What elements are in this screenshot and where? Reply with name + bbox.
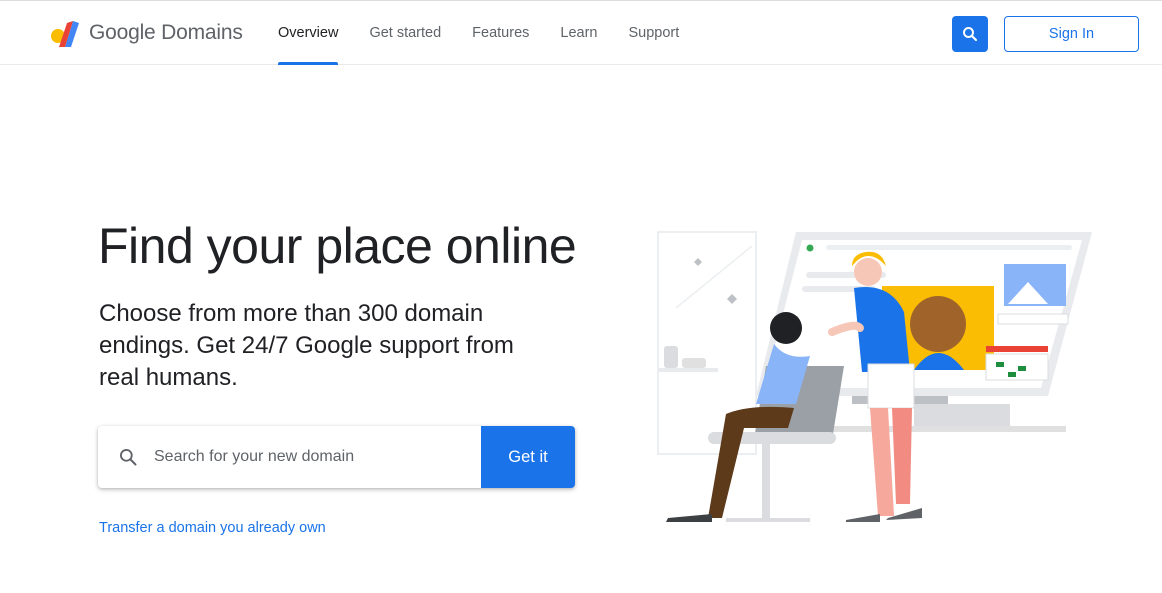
main-nav: Overview Get started Features Learn Supp… — [278, 1, 710, 65]
domain-search-field-wrap — [98, 426, 481, 488]
sign-in-button[interactable]: Sign In — [1004, 16, 1139, 52]
get-it-button[interactable]: Get it — [481, 426, 575, 488]
top-header: Google Domains Overview Get started Feat… — [0, 0, 1162, 65]
page-headline: Find your place online — [98, 218, 577, 274]
domain-search-input[interactable] — [154, 448, 454, 466]
domain-search-box: Get it — [98, 426, 575, 488]
nav-get-started[interactable]: Get started — [369, 1, 441, 65]
nav-support[interactable]: Support — [629, 1, 680, 65]
search-icon — [120, 449, 137, 466]
transfer-domain-link[interactable]: Transfer a domain you already own — [99, 520, 326, 536]
header-search-button[interactable] — [952, 16, 988, 52]
nav-learn[interactable]: Learn — [560, 1, 597, 65]
nav-features[interactable]: Features — [472, 1, 529, 65]
salon-illustration — [657, 231, 1092, 522]
nav-overview[interactable]: Overview — [278, 1, 339, 65]
google-domains-logo[interactable] — [49, 17, 81, 49]
brand-name[interactable]: Google Domains — [89, 21, 243, 45]
search-icon — [963, 27, 978, 42]
hero-subheading: Choose from more than 300 domain endings… — [99, 300, 514, 391]
